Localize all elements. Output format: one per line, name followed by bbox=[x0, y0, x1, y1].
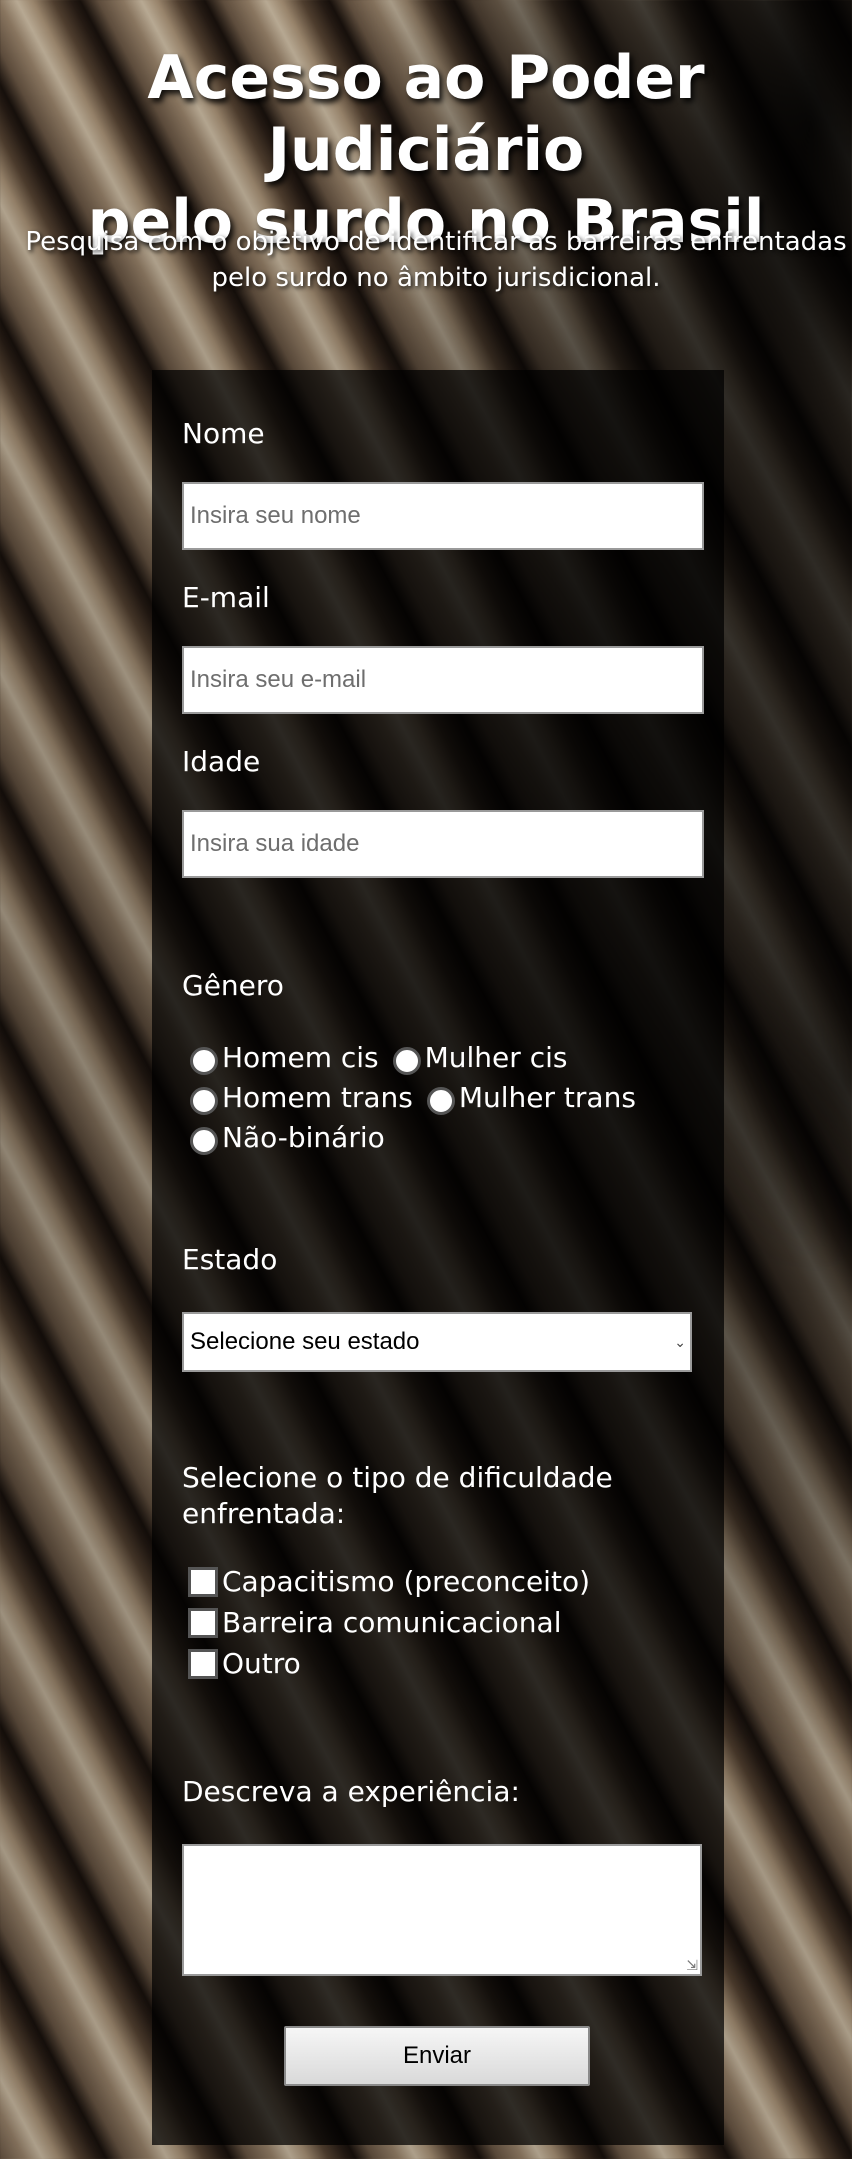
email-input[interactable] bbox=[182, 646, 704, 714]
name-label: Nome bbox=[182, 417, 265, 450]
radio-label: Homem cis bbox=[222, 1041, 379, 1074]
name-input[interactable] bbox=[182, 482, 704, 550]
radio-homem-trans[interactable]: Homem trans bbox=[190, 1080, 413, 1116]
difficulty-label-line-1: Selecione o tipo de dificuldade bbox=[182, 1461, 613, 1494]
checkbox[interactable] bbox=[188, 1567, 218, 1597]
radio-button[interactable] bbox=[426, 1087, 455, 1115]
state-select[interactable]: Selecione seu estado ⌄ bbox=[182, 1312, 692, 1372]
radio-label: Mulher cis bbox=[424, 1041, 568, 1074]
checkbox-label: Barreira comunicacional bbox=[222, 1606, 562, 1639]
radio-homem-cis[interactable]: Homem cis bbox=[190, 1040, 379, 1076]
age-input[interactable] bbox=[182, 810, 704, 878]
radio-label: Homem trans bbox=[222, 1081, 413, 1114]
experience-label: Descreva a experiência: bbox=[182, 1775, 520, 1808]
checkbox-barreira-comunicacional[interactable]: Barreira comunicacional bbox=[188, 1605, 561, 1641]
radio-button[interactable] bbox=[392, 1047, 421, 1075]
experience-textarea[interactable]: ⇲ bbox=[182, 1844, 702, 1976]
radio-button[interactable] bbox=[190, 1047, 218, 1075]
gender-radio-row-1: Homem cis Mulher cis bbox=[190, 1040, 581, 1076]
checkbox-outro[interactable]: Outro bbox=[188, 1646, 301, 1682]
difficulty-label: Selecione o tipo de dificuldade enfrenta… bbox=[182, 1460, 613, 1532]
gender-radio-row-2: Homem trans Mulher trans bbox=[190, 1080, 650, 1116]
checkbox[interactable] bbox=[188, 1649, 218, 1679]
gender-radio-row-3: Não-binário bbox=[190, 1120, 399, 1156]
survey-form: Nome E-mail Idade Gênero Homem cis Mulhe… bbox=[152, 370, 724, 2145]
checkbox-label: Capacitismo (preconceito) bbox=[222, 1565, 590, 1598]
radio-label: Mulher trans bbox=[458, 1081, 636, 1114]
checkbox-label: Outro bbox=[222, 1647, 301, 1680]
checkbox[interactable] bbox=[188, 1608, 218, 1638]
email-label: E-mail bbox=[182, 581, 270, 614]
page-subtitle-line-2: pelo surdo no âmbito jurisdicional. bbox=[211, 263, 661, 293]
radio-button[interactable] bbox=[190, 1127, 218, 1155]
page-title-line-1: Acesso ao Poder Judiciário bbox=[147, 43, 705, 185]
radio-mulher-cis[interactable]: Mulher cis bbox=[392, 1040, 568, 1076]
radio-nao-binario[interactable]: Não-binário bbox=[190, 1120, 385, 1156]
submit-button[interactable]: Enviar bbox=[284, 2026, 590, 2086]
radio-button[interactable] bbox=[190, 1087, 218, 1115]
page-subtitle-line-1: Pesquisa com o objetivo de identificar a… bbox=[25, 227, 847, 257]
difficulty-label-line-2: enfrentada: bbox=[182, 1497, 346, 1530]
chevron-down-icon: ⌄ bbox=[674, 1334, 686, 1350]
age-label: Idade bbox=[182, 745, 261, 778]
state-label: Estado bbox=[182, 1243, 278, 1276]
resize-grip-icon[interactable]: ⇲ bbox=[686, 1958, 698, 1974]
state-select-value: Selecione seu estado bbox=[190, 1328, 420, 1355]
radio-label: Não-binário bbox=[222, 1121, 385, 1154]
page-subtitle: Pesquisa com o objetivo de identificar a… bbox=[10, 224, 852, 296]
checkbox-capacitismo[interactable]: Capacitismo (preconceito) bbox=[188, 1564, 590, 1600]
radio-mulher-trans[interactable]: Mulher trans bbox=[426, 1080, 636, 1116]
gender-label: Gênero bbox=[182, 969, 284, 1002]
